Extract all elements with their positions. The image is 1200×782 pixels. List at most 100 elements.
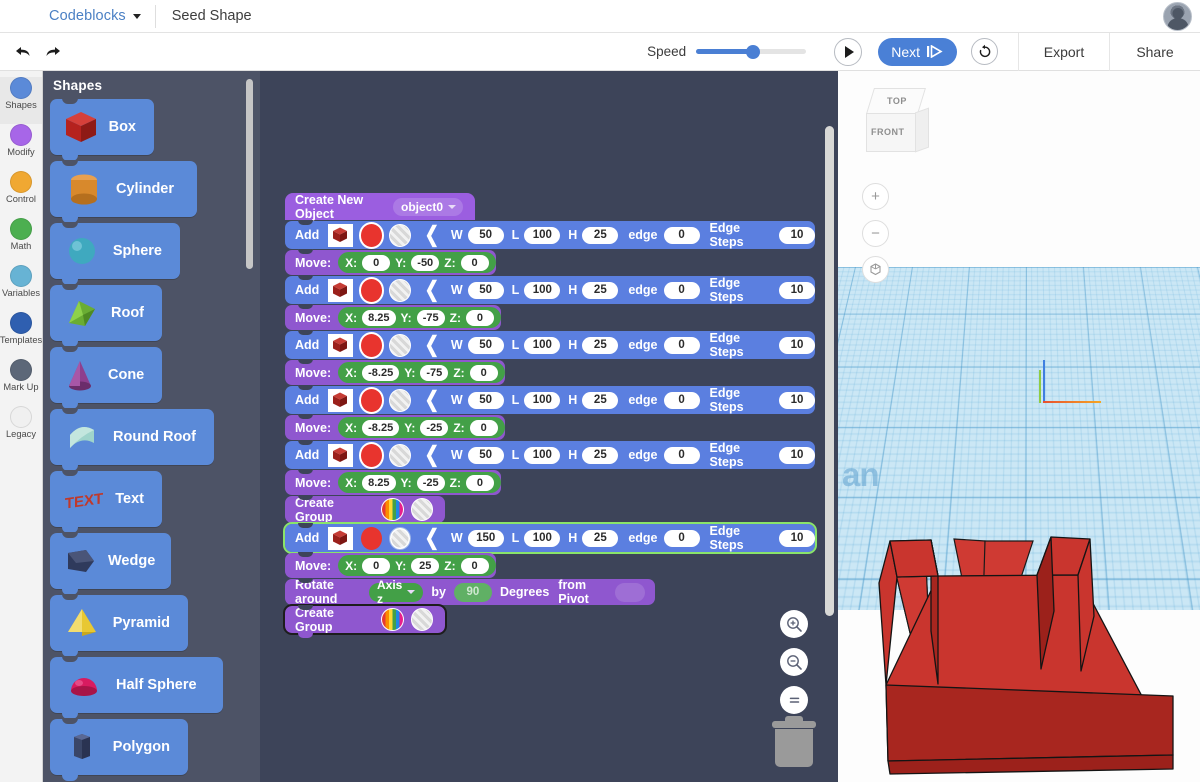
field-value-edge[interactable]: 0 — [664, 392, 700, 409]
move-block[interactable]: Move:X:-8.25Y:-75Z:0 — [285, 360, 505, 385]
3d-viewport[interactable]: an — [838, 71, 1200, 782]
add-shape-block[interactable]: Add❮W50L100H25edge0Edge Steps10 — [285, 386, 815, 414]
shape-block-half-sphere[interactable]: Half Sphere — [50, 657, 223, 713]
shape-block-wedge[interactable]: Wedge — [50, 533, 171, 589]
move-z-value[interactable]: 0 — [466, 310, 494, 326]
field-value-edge[interactable]: 0 — [664, 530, 700, 547]
chevron-left-icon[interactable]: ❮ — [425, 526, 439, 551]
code-canvas[interactable]: Create New Object object0 Add❮W50L100H25… — [260, 71, 838, 782]
color-swatch-red[interactable] — [361, 527, 382, 550]
move-block[interactable]: Move:X:8.25Y:-25Z:0 — [285, 470, 501, 495]
field-value-edge-steps[interactable]: 10 — [779, 447, 815, 464]
hole-swatch-icon[interactable] — [389, 527, 411, 550]
shape-swatch-box-icon[interactable] — [328, 389, 352, 412]
trash-can-icon[interactable] — [772, 715, 816, 767]
palette-scrollbar[interactable] — [246, 79, 253, 269]
field-value-l[interactable]: 100 — [524, 392, 560, 409]
undo-arrow-icon[interactable] — [8, 39, 38, 65]
add-shape-block[interactable]: Add❮W50L100H25edge0Edge Steps10 — [285, 441, 815, 469]
chevron-left-icon[interactable]: ❮ — [425, 443, 439, 468]
hole-swatch-icon[interactable] — [389, 389, 411, 412]
move-z-value[interactable]: 0 — [461, 558, 489, 574]
field-value-edge[interactable]: 0 — [664, 227, 700, 244]
field-value-edge-steps[interactable]: 10 — [779, 227, 815, 244]
field-value-h[interactable]: 25 — [582, 392, 618, 409]
shape-swatch-box-icon[interactable] — [328, 527, 352, 550]
create-group-block[interactable]: Create Group — [285, 496, 445, 523]
shape-block-roof[interactable]: Roof — [50, 285, 162, 341]
brand-codeblocks-link[interactable]: Codeblocks — [49, 8, 126, 24]
rainbow-swatch-icon[interactable] — [381, 608, 403, 631]
hole-swatch-icon[interactable] — [389, 224, 411, 247]
viewport-zoom-in-button[interactable]: + — [862, 183, 889, 210]
shape-block-cone[interactable]: Cone — [50, 347, 162, 403]
shape-swatch-box-icon[interactable] — [328, 444, 352, 467]
move-z-value[interactable]: 0 — [466, 475, 494, 491]
color-swatch-red[interactable] — [361, 334, 382, 357]
move-y-value[interactable]: -25 — [417, 475, 445, 491]
viewport-zoom-out-button[interactable]: − — [862, 220, 889, 247]
rainbow-swatch-icon[interactable] — [381, 498, 403, 521]
color-swatch-red[interactable] — [361, 279, 382, 302]
color-swatch-red[interactable] — [361, 224, 382, 247]
field-value-l[interactable]: 100 — [524, 227, 560, 244]
tinkercad-logo[interactable]: T I N K E R C A D — [7, 5, 37, 27]
canvas-zoom-out-button[interactable] — [780, 648, 808, 676]
field-value-l[interactable]: 100 — [524, 337, 560, 354]
canvas-scrollbar[interactable] — [825, 126, 834, 616]
field-value-l[interactable]: 100 — [524, 447, 560, 464]
move-y-value[interactable]: 25 — [411, 558, 439, 574]
shape-block-round-roof[interactable]: Round Roof — [50, 409, 214, 465]
field-value-h[interactable]: 25 — [582, 227, 618, 244]
chevron-down-icon[interactable] — [133, 14, 141, 19]
rail-item-control[interactable]: Control — [0, 171, 42, 218]
degrees-value[interactable]: 90 — [454, 583, 492, 602]
field-value-edge-steps[interactable]: 10 — [779, 337, 815, 354]
field-value-edge[interactable]: 0 — [664, 337, 700, 354]
chevron-left-icon[interactable]: ❮ — [425, 278, 439, 303]
object-name-dropdown[interactable]: object0 — [393, 198, 463, 216]
field-value-edge[interactable]: 0 — [664, 447, 700, 464]
share-button[interactable]: Share — [1110, 33, 1200, 71]
move-block[interactable]: Move:X:-8.25Y:-25Z:0 — [285, 415, 505, 440]
field-value-h[interactable]: 25 — [582, 530, 618, 547]
field-value-w[interactable]: 50 — [468, 227, 504, 244]
axis-dropdown[interactable]: Axis z — [369, 583, 423, 602]
create-group-block[interactable]: Create Group — [285, 606, 445, 633]
move-y-value[interactable]: -25 — [420, 420, 448, 436]
play-button[interactable] — [834, 38, 862, 66]
move-y-value[interactable]: -50 — [411, 255, 439, 271]
shape-swatch-box-icon[interactable] — [328, 224, 352, 247]
shape-swatch-box-icon[interactable] — [328, 334, 352, 357]
move-x-value[interactable]: -8.25 — [362, 420, 399, 436]
shape-block-cylinder[interactable]: Cylinder — [50, 161, 197, 217]
rail-item-variables[interactable]: Variables — [0, 265, 42, 312]
move-z-value[interactable]: 0 — [470, 420, 498, 436]
add-shape-block[interactable]: Add❮W150L100H25edge0Edge Steps10 — [285, 524, 815, 552]
chevron-left-icon[interactable]: ❮ — [425, 223, 439, 248]
canvas-zoom-in-button[interactable] — [780, 610, 808, 638]
move-z-value[interactable]: 0 — [461, 255, 489, 271]
move-block[interactable]: Move:X:0Y:25Z:0 — [285, 553, 496, 578]
rail-item-math[interactable]: Math — [0, 218, 42, 265]
rail-item-shapes[interactable]: Shapes — [0, 77, 42, 124]
add-shape-block[interactable]: Add❮W50L100H25edge0Edge Steps10 — [285, 221, 815, 249]
add-shape-block[interactable]: Add❮W50L100H25edge0Edge Steps10 — [285, 276, 815, 304]
hole-swatch-icon[interactable] — [411, 498, 433, 521]
field-value-w[interactable]: 50 — [468, 447, 504, 464]
restart-button[interactable] — [971, 38, 998, 65]
field-value-edge[interactable]: 0 — [664, 282, 700, 299]
move-x-value[interactable]: 0 — [362, 255, 390, 271]
shape-block-polygon[interactable]: Polygon — [50, 719, 188, 775]
rail-item-templates[interactable]: Templates — [0, 312, 42, 359]
shape-swatch-box-icon[interactable] — [328, 279, 352, 302]
redo-arrow-icon[interactable] — [38, 39, 68, 65]
color-swatch-red[interactable] — [361, 389, 382, 412]
move-block[interactable]: Move:X:8.25Y:-75Z:0 — [285, 305, 501, 330]
view-cube-side-face[interactable] — [915, 107, 929, 152]
move-x-value[interactable]: -8.25 — [362, 365, 399, 381]
shape-block-sphere[interactable]: Sphere — [50, 223, 180, 279]
move-x-value[interactable]: 0 — [362, 558, 390, 574]
field-value-h[interactable]: 25 — [582, 282, 618, 299]
export-button[interactable]: Export — [1019, 33, 1109, 71]
